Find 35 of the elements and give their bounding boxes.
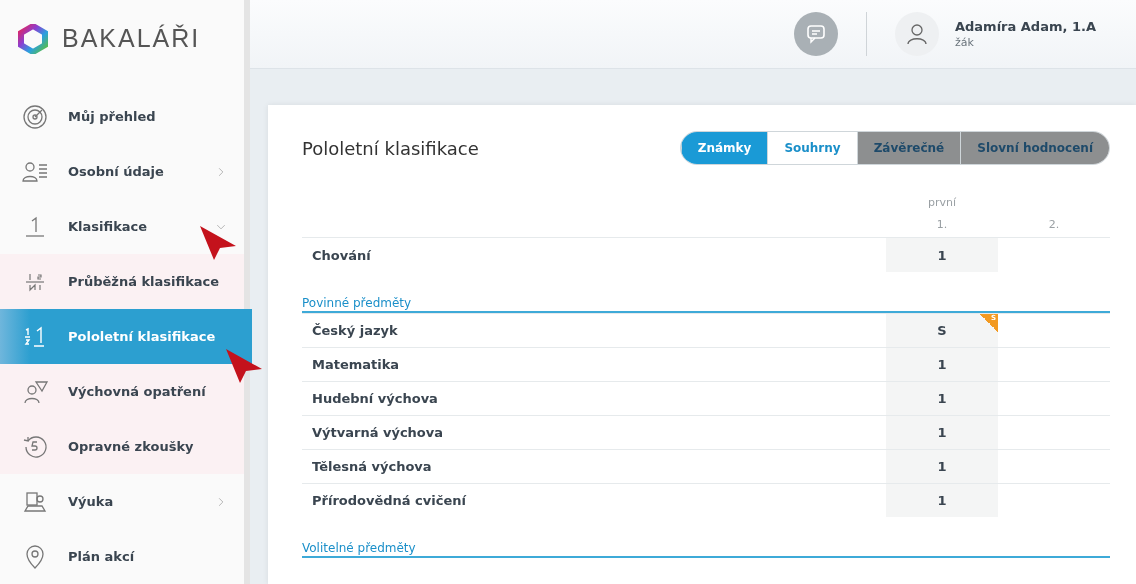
user-name: Adamíra Adam, 1.A [954, 19, 1096, 34]
sidebar-subitem[interactable]: Výchovná opatření [0, 364, 244, 419]
sidebar-subitem[interactable]: Opravné zkoušky [0, 419, 244, 474]
section-title: Povinné předměty [302, 296, 412, 310]
period-header: první [926, 196, 957, 211]
grade-cell: 1 [886, 416, 998, 449]
section-title: Volitelné předměty [302, 541, 416, 555]
column-header: 1. [935, 218, 949, 233]
sidebar-item[interactable]: Plán akcí [0, 529, 244, 584]
subject-cell-text: Matematika [311, 356, 401, 374]
subject-cell-text: Hudební výchova [311, 390, 439, 408]
sidebar-item[interactable]: Klasifikace [0, 199, 244, 254]
grade-cell: 1 [886, 238, 998, 272]
grade-cell: 1 [886, 484, 998, 517]
user-icon [904, 22, 929, 46]
sidebar-item[interactable]: Můj přehled [0, 89, 244, 144]
grade-cell: 1 [886, 450, 998, 483]
sidebar-item[interactable]: Osobní údaje [0, 144, 244, 199]
chat-bubble-icon [804, 23, 827, 45]
column-header: 2. [1047, 218, 1061, 233]
grade-cell: 1 [886, 348, 998, 381]
messages-button[interactable] [793, 12, 838, 56]
logo-icon [18, 23, 48, 54]
user-avatar[interactable] [894, 12, 939, 56]
sidebar-subitem[interactable]: Průběžná klasifikace [0, 254, 244, 309]
subject-cell-text: Výtvarná výchova [311, 424, 445, 442]
grade-cell: 1 [886, 382, 998, 415]
subject-cell-text: Tělesná výchova [311, 458, 433, 476]
logo-text: BAKALÁŘI [62, 24, 201, 53]
subject-cell-text: Český jazyk [311, 322, 399, 340]
user-role: žák [954, 36, 975, 49]
page-title: Pololetní klasifikace [302, 137, 479, 159]
subject-cell-text: Chování [311, 246, 372, 265]
subject-cell-text: Přírodovědná cvičení [311, 492, 467, 510]
sidebar-item[interactable]: Výuka [0, 474, 244, 529]
